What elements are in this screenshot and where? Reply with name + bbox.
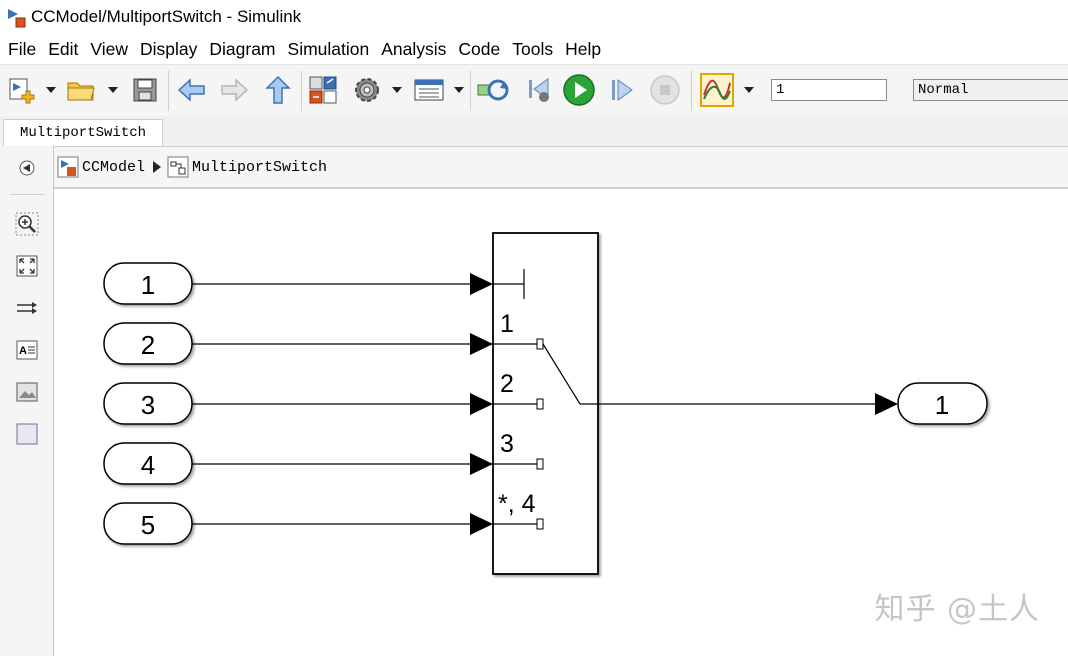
inport-label: 4 bbox=[141, 450, 155, 480]
tab-multiportswitch[interactable]: MultiportSwitch bbox=[3, 119, 164, 146]
run-icon[interactable] bbox=[562, 73, 596, 107]
toolbar-separator bbox=[168, 71, 169, 111]
toolbar-separator bbox=[691, 71, 692, 111]
zoom-icon[interactable] bbox=[13, 210, 41, 238]
simulink-app-icon bbox=[6, 6, 28, 28]
area-icon[interactable] bbox=[13, 420, 41, 448]
svg-text:A: A bbox=[19, 345, 27, 357]
open-folder-icon[interactable] bbox=[64, 73, 98, 107]
menu-display[interactable]: Display bbox=[140, 39, 197, 60]
inport-block[interactable]: 3 bbox=[103, 382, 193, 425]
menu-file[interactable]: File bbox=[8, 39, 36, 60]
inport-block[interactable]: 2 bbox=[103, 322, 193, 365]
model-explorer-icon[interactable] bbox=[412, 73, 446, 107]
menu-diagram[interactable]: Diagram bbox=[209, 39, 275, 60]
back-arrow-icon[interactable] bbox=[175, 73, 209, 107]
outport-label: 1 bbox=[935, 390, 949, 420]
subsystem-icon bbox=[167, 156, 189, 178]
breadcrumb-item-multiportswitch[interactable]: MultiportSwitch bbox=[192, 159, 327, 176]
inport-label: 1 bbox=[141, 270, 155, 300]
forward-arrow-icon[interactable] bbox=[217, 73, 251, 107]
chevron-down-icon[interactable] bbox=[108, 85, 118, 95]
breadcrumb-item-ccmodel[interactable]: CCModel bbox=[82, 159, 145, 176]
model-settings-gear-icon[interactable] bbox=[350, 73, 384, 107]
palette-divider bbox=[10, 194, 44, 195]
title-bar: CCModel/MultiportSwitch - Simulink bbox=[0, 0, 1068, 34]
breadcrumb-separator-icon bbox=[153, 161, 162, 173]
chevron-down-icon[interactable] bbox=[46, 85, 56, 95]
save-icon[interactable] bbox=[128, 73, 162, 107]
menu-analysis[interactable]: Analysis bbox=[381, 39, 446, 60]
inport-label: 5 bbox=[141, 510, 155, 540]
hide-browser-icon[interactable] bbox=[13, 154, 41, 182]
switch-port-label: 2 bbox=[500, 370, 514, 398]
inport-label: 2 bbox=[141, 330, 155, 360]
fit-to-view-icon[interactable] bbox=[13, 252, 41, 280]
update-diagram-icon[interactable] bbox=[476, 73, 510, 107]
signal-routing-icon[interactable] bbox=[13, 294, 41, 322]
menu-bar: File Edit View Display Diagram Simulatio… bbox=[0, 34, 1068, 64]
model-icon bbox=[57, 156, 79, 178]
signal-line[interactable] bbox=[192, 333, 493, 355]
up-arrow-icon[interactable] bbox=[261, 73, 295, 107]
switch-port-label: 3 bbox=[500, 430, 514, 458]
switch-port-label: 1 bbox=[500, 310, 514, 338]
menu-help[interactable]: Help bbox=[565, 39, 601, 60]
annotation-icon[interactable]: A bbox=[13, 336, 41, 364]
signal-line[interactable] bbox=[192, 273, 493, 295]
left-palette: A bbox=[0, 146, 54, 656]
signal-line[interactable] bbox=[192, 513, 493, 535]
menu-simulation[interactable]: Simulation bbox=[288, 39, 370, 60]
stop-icon[interactable] bbox=[648, 73, 682, 107]
model-canvas[interactable]: 1 2 3 4 5 1 2 3 *, 4 1 知乎 @土人 bbox=[54, 189, 1068, 656]
breadcrumb: CCModel MultiportSwitch bbox=[54, 147, 1068, 189]
multiport-switch-block[interactable]: 1 2 3 *, 4 bbox=[492, 232, 599, 575]
signal-line[interactable] bbox=[192, 393, 493, 415]
toolbar-separator bbox=[470, 71, 471, 111]
watermark: 知乎 @土人 bbox=[874, 592, 1040, 627]
switch-port-label: *, 4 bbox=[498, 490, 536, 518]
stop-time-input[interactable]: 1 bbox=[771, 79, 887, 101]
new-model-icon[interactable] bbox=[4, 73, 38, 107]
step-forward-icon[interactable] bbox=[604, 73, 638, 107]
step-back-icon[interactable] bbox=[522, 73, 556, 107]
menu-view[interactable]: View bbox=[90, 39, 128, 60]
chevron-down-icon[interactable] bbox=[454, 85, 464, 95]
inport-block[interactable]: 5 bbox=[103, 502, 193, 545]
model-tab-bar: MultiportSwitch bbox=[0, 116, 1068, 147]
outport-block[interactable]: 1 bbox=[897, 382, 988, 425]
image-icon[interactable] bbox=[13, 378, 41, 406]
window-title: CCModel/MultiportSwitch - Simulink bbox=[31, 7, 302, 26]
chevron-down-icon[interactable] bbox=[392, 85, 402, 95]
toolbar: 1 Normal bbox=[0, 64, 1068, 118]
signal-line[interactable] bbox=[192, 453, 493, 475]
simulation-mode-select[interactable]: Normal bbox=[913, 79, 1068, 101]
menu-code[interactable]: Code bbox=[458, 39, 500, 60]
inport-label: 3 bbox=[141, 390, 155, 420]
library-browser-icon[interactable] bbox=[306, 73, 340, 107]
inport-block[interactable]: 1 bbox=[103, 262, 193, 305]
menu-tools[interactable]: Tools bbox=[512, 39, 553, 60]
inport-block[interactable]: 4 bbox=[103, 442, 193, 485]
toolbar-separator bbox=[301, 71, 302, 111]
menu-edit[interactable]: Edit bbox=[48, 39, 78, 60]
scope-icon[interactable] bbox=[700, 73, 734, 107]
chevron-down-icon[interactable] bbox=[744, 85, 754, 95]
signal-line[interactable] bbox=[598, 393, 898, 415]
